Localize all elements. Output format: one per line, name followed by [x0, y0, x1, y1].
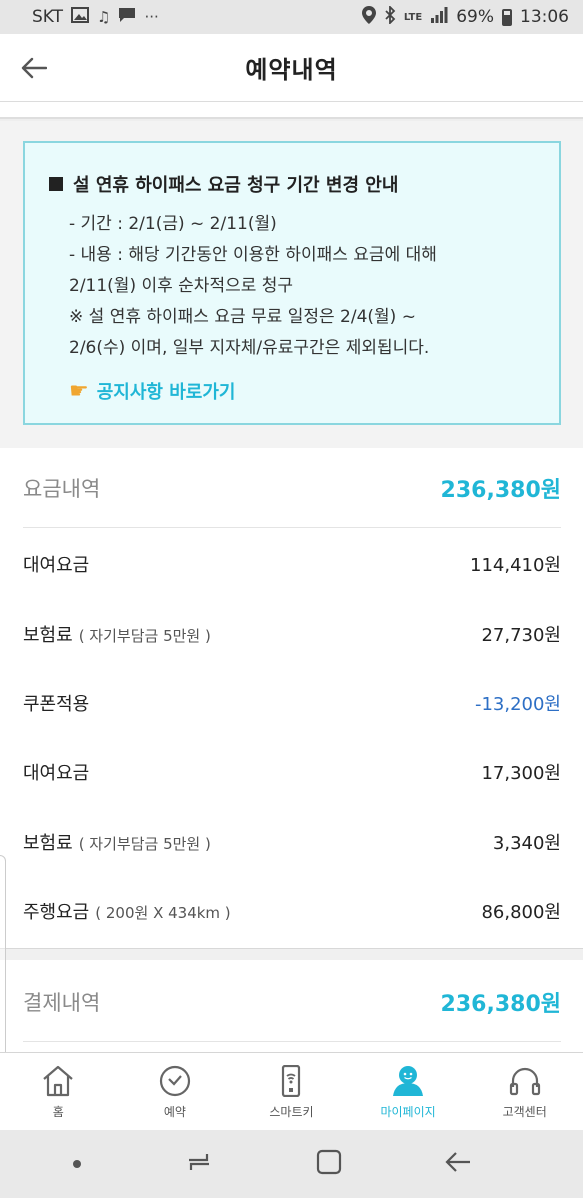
more-notifications-icon: ···	[144, 8, 159, 26]
fee-row: 대여요금 17,300원	[23, 752, 561, 792]
fee-section: 요금내역 236,380원 대여요금 114,410원 보험료 ( 자기부담금 5…	[0, 448, 583, 948]
back-nav-button[interactable]	[444, 1150, 472, 1178]
fee-row: 주행요금 ( 200원 X 434km ) 86,800원	[23, 891, 561, 931]
bluetooth-icon	[384, 4, 396, 28]
system-nav-bar	[0, 1130, 583, 1198]
notice-line: - 기간 : 2/1(금) ~ 2/11(월)	[69, 214, 277, 234]
battery-icon	[502, 8, 512, 26]
image-notification-icon	[71, 7, 90, 27]
tab-home[interactable]: 홈	[0, 1053, 117, 1130]
tab-mypage[interactable]: 마이페이지	[350, 1053, 467, 1130]
fee-row-label: 대여요금	[23, 759, 89, 785]
fee-row-value: 27,730원	[481, 625, 561, 646]
tab-customer-center[interactable]: 고객센터	[466, 1053, 583, 1130]
fee-row-value: 17,300원	[481, 763, 561, 784]
notice-link-label: 공지사항 바로가기	[96, 382, 236, 403]
fee-row: 보험료 ( 자기부담금 5만원 ) 3,340원	[23, 822, 561, 862]
notice-line: ※ 설 연휴 하이패스 요금 무료 일정은 2/4(월) ~	[69, 307, 416, 327]
payment-total-row: 결제내역 236,380원	[23, 982, 561, 1022]
tab-label: 예약	[163, 1105, 186, 1119]
fee-row-sub: ( 자기부담금 5만원 )	[78, 835, 211, 853]
signal-icon	[430, 7, 448, 27]
fee-total-row: 요금내역 236,380원	[23, 468, 561, 508]
status-bar: SKT ♫ ··· LTE 69% 13:06	[0, 0, 583, 34]
tab-label: 고객센터	[502, 1105, 547, 1119]
divider	[23, 1041, 561, 1042]
fee-row-value: -13,200원	[474, 694, 561, 715]
fee-total-label: 요금내역	[23, 477, 101, 501]
fee-row-name: 보험료	[23, 625, 73, 646]
fee-row: 대여요금 114,410원	[23, 544, 561, 584]
payment-total-value: 236,380원	[440, 992, 561, 1017]
fee-row-label: 쿠폰적용	[23, 690, 89, 716]
home-square-icon	[316, 1149, 341, 1175]
fee-row-name: 보험료	[23, 833, 73, 854]
pointing-hand-icon: ☛	[69, 378, 89, 404]
network-type-label: LTE	[403, 11, 423, 23]
payment-total-label: 결제내역	[23, 991, 101, 1015]
status-right: LTE 69% 13:06	[361, 4, 569, 28]
fee-row-value: 86,800원	[481, 902, 561, 923]
fee-row-name: 쿠폰적용	[23, 694, 90, 715]
tab-label: 스마트키	[269, 1105, 314, 1119]
person-icon	[393, 1066, 424, 1096]
app-header: 예약내역	[0, 34, 583, 102]
clock: 13:06	[520, 7, 569, 27]
fee-row-sub: ( 자기부담금 5만원 )	[78, 627, 211, 645]
recents-icon	[189, 1154, 210, 1170]
header-strip	[0, 102, 583, 119]
fee-row-name: 대여요금	[23, 763, 90, 784]
notice-section: 설 연휴 하이패스 요금 청구 기간 변경 안내 - 기간 : 2/1(금) ~…	[0, 121, 583, 448]
dot-icon	[73, 1159, 82, 1168]
fee-total-value: 236,380원	[440, 478, 561, 503]
fee-row-value: 3,340원	[492, 833, 561, 854]
back-arrow-icon	[21, 57, 47, 79]
location-icon	[361, 6, 376, 28]
headset-icon	[509, 1067, 540, 1096]
notice-line: 2/11(월) 이후 순차적으로 청구	[69, 276, 294, 296]
tab-label: 홈	[52, 1105, 64, 1119]
notice-title-text: 설 연휴 하이패스 요금 청구 기간 변경 안내	[73, 175, 399, 196]
notice-line: 2/6(수) 이며, 일부 지자체/유료구간은 제외됩니다.	[69, 338, 430, 358]
section-gap	[0, 948, 583, 960]
fee-row-label: 주행요금 ( 200원 X 434km )	[23, 898, 231, 924]
fee-row-sub: ( 200원 X 434km )	[95, 904, 231, 922]
fee-row: 쿠폰적용 -13,200원	[23, 683, 561, 723]
square-bullet-icon	[49, 177, 63, 191]
fee-row: 보험료 ( 자기부담금 5만원 ) 27,730원	[23, 614, 561, 654]
payment-section: 결제내역 236,380원	[0, 960, 583, 1052]
music-notification-icon: ♫	[97, 8, 111, 26]
carrier-label: SKT	[32, 7, 64, 27]
nav-dot-button[interactable]	[71, 1155, 83, 1174]
fee-row-name: 주행요금	[23, 902, 90, 923]
divider	[23, 527, 561, 528]
notice-link[interactable]: ☛ 공지사항 바로가기	[49, 378, 539, 404]
recents-button[interactable]	[185, 1150, 213, 1178]
battery-percent: 69%	[456, 7, 494, 27]
status-left: SKT ♫ ···	[32, 7, 159, 27]
fee-row-value: 114,410원	[470, 555, 561, 576]
message-notification-icon	[118, 7, 136, 27]
back-button[interactable]	[18, 54, 50, 82]
back-nav-icon	[445, 1152, 470, 1172]
home-icon	[43, 1065, 74, 1097]
home-button[interactable]	[316, 1149, 342, 1179]
page-title: 예약내역	[245, 56, 338, 84]
smartkey-icon	[282, 1065, 301, 1097]
tab-label: 마이페이지	[380, 1105, 436, 1119]
fee-row-label: 보험료 ( 자기부담금 5만원 )	[23, 621, 211, 647]
tab-smartkey[interactable]: 스마트키	[233, 1053, 350, 1130]
fee-row-label: 보험료 ( 자기부담금 5만원 )	[23, 829, 211, 855]
fee-row-name: 대여요금	[23, 555, 90, 576]
fee-row-label: 대여요금	[23, 551, 89, 577]
check-circle-icon	[159, 1065, 190, 1097]
notice-line: - 내용 : 해당 기간동안 이용한 하이패스 요금에 대해	[69, 245, 437, 265]
bottom-tab-bar: 홈 예약 스마트키 마이페이지 고객센터	[0, 1052, 583, 1130]
tab-reservation[interactable]: 예약	[117, 1053, 234, 1130]
notice-title: 설 연휴 하이패스 요금 청구 기간 변경 안내	[49, 171, 539, 197]
notice-box: 설 연휴 하이패스 요금 청구 기간 변경 안내 - 기간 : 2/1(금) ~…	[23, 141, 561, 425]
